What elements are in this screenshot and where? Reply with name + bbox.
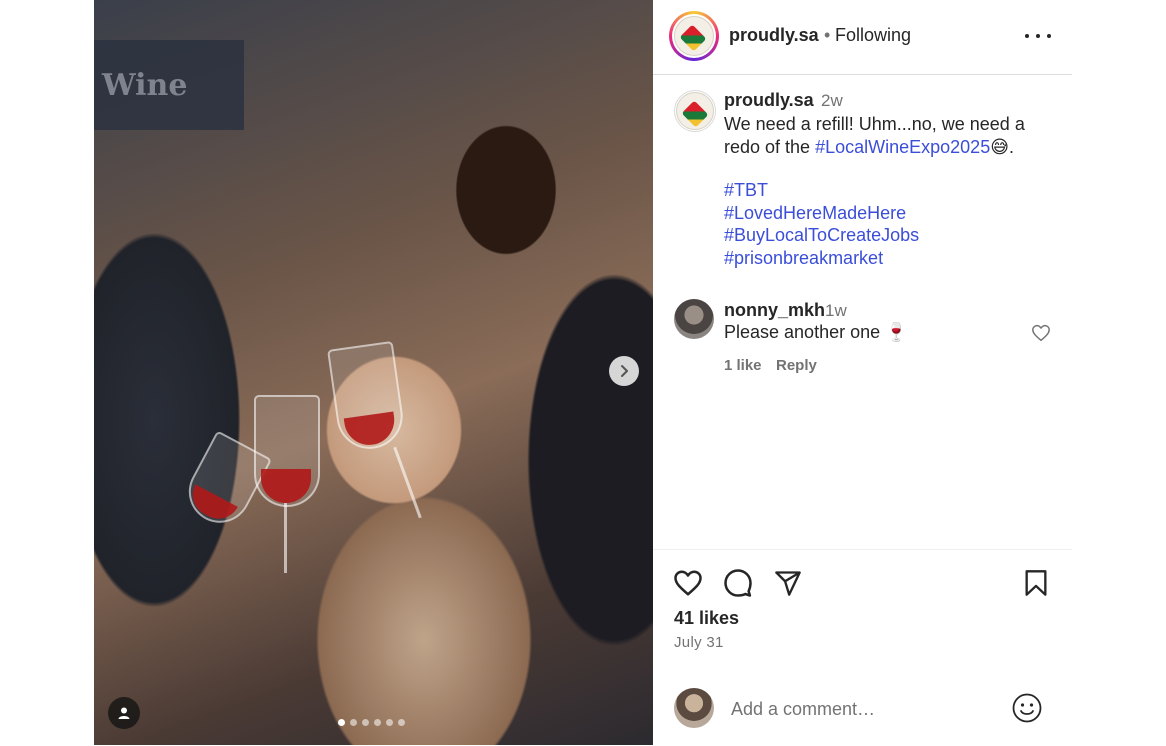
comment-like-button[interactable] bbox=[1031, 324, 1051, 347]
commenter-avatar[interactable] bbox=[674, 299, 714, 339]
separator-dot: • bbox=[824, 25, 831, 45]
chevron-right-icon bbox=[621, 365, 628, 377]
carousel-next-button[interactable] bbox=[609, 356, 639, 386]
heart-icon bbox=[674, 570, 702, 596]
paper-plane-icon bbox=[775, 571, 801, 596]
glass-stem bbox=[393, 446, 422, 519]
likes-count[interactable]: 41 likes bbox=[674, 608, 739, 629]
hashtag-link[interactable]: #prisonbreakmarket bbox=[724, 247, 919, 270]
comment-username[interactable]: nonny_mkh bbox=[724, 300, 825, 321]
wine-glass-center bbox=[254, 395, 320, 507]
caption-text: We need a refill! Uhm...no, we need a re… bbox=[724, 113, 1044, 158]
post-date: July 31 bbox=[674, 634, 724, 651]
caption-end: . bbox=[1008, 136, 1014, 157]
current-user-avatar bbox=[674, 688, 714, 728]
hashtag-link[interactable]: #LocalWineExpo2025 bbox=[815, 137, 990, 157]
proudly-sa-logo bbox=[676, 92, 714, 130]
dot bbox=[1047, 34, 1051, 38]
comment-text: Please another one 🍷 bbox=[724, 322, 908, 342]
sign-text: Wine bbox=[102, 68, 188, 103]
hashtag-link[interactable]: #LovedHereMadeHere bbox=[724, 202, 919, 225]
carousel-dot bbox=[338, 719, 345, 726]
carousel-indicator bbox=[338, 719, 405, 726]
author-username[interactable]: proudly.sa bbox=[729, 25, 819, 46]
hashtag-link[interactable]: #BuyLocalToCreateJobs bbox=[724, 224, 919, 247]
carousel-dot bbox=[386, 719, 393, 726]
add-comment-input[interactable] bbox=[729, 694, 1003, 724]
following-button[interactable]: Following bbox=[835, 25, 911, 46]
background-sign: Wine bbox=[94, 40, 244, 130]
post-side-panel: proudly.sa • Following proudly.sa 2w We … bbox=[653, 0, 1072, 745]
caption-emoji: 😅 bbox=[990, 136, 1009, 157]
glass-stem bbox=[284, 503, 287, 573]
more-horizontal-icon bbox=[1025, 34, 1029, 38]
emoji-picker-button[interactable] bbox=[1011, 692, 1043, 729]
carousel-dot bbox=[362, 719, 369, 726]
hashtag-link[interactable]: #TBT bbox=[724, 179, 919, 202]
heart-icon bbox=[1032, 324, 1050, 342]
proudly-sa-logo bbox=[674, 16, 714, 56]
bookmark-icon bbox=[1025, 570, 1047, 596]
comment-time[interactable]: 1w bbox=[825, 301, 847, 321]
share-button[interactable] bbox=[772, 567, 804, 599]
comment-likes[interactable]: 1 like bbox=[724, 357, 762, 374]
smiley-icon bbox=[1012, 693, 1042, 723]
caption-time[interactable]: 2w bbox=[821, 91, 843, 111]
post-media[interactable]: Wine bbox=[94, 0, 653, 745]
carousel-dot bbox=[398, 719, 405, 726]
more-options-button[interactable] bbox=[1025, 26, 1051, 46]
carousel-dot bbox=[374, 719, 381, 726]
wine-glass-logo bbox=[327, 340, 407, 454]
post-header: proudly.sa • Following bbox=[653, 0, 1072, 75]
caption-username[interactable]: proudly.sa bbox=[724, 90, 814, 111]
dot bbox=[1036, 34, 1040, 38]
comment-reply-button[interactable]: Reply bbox=[776, 357, 817, 374]
save-button[interactable] bbox=[1020, 567, 1052, 599]
comment-bubble-icon bbox=[724, 569, 752, 597]
author-avatar[interactable] bbox=[669, 11, 719, 61]
tagged-users-button[interactable] bbox=[108, 697, 140, 729]
caption-avatar[interactable] bbox=[674, 90, 716, 132]
like-button[interactable] bbox=[672, 567, 704, 599]
comment-button[interactable] bbox=[722, 567, 754, 599]
user-tag-icon bbox=[118, 707, 130, 719]
carousel-dot bbox=[350, 719, 357, 726]
caption-hashtags: #TBT #LovedHereMadeHere #BuyLocalToCreat… bbox=[724, 179, 919, 269]
